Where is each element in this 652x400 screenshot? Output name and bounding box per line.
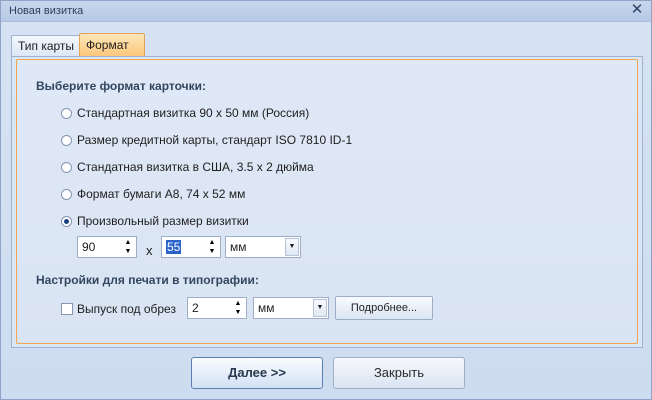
bleed-stepper[interactable]: 2 ▲ ▼ — [187, 297, 247, 319]
spin-up-icon[interactable]: ▲ — [235, 300, 242, 307]
width-stepper[interactable]: 90 ▲ ▼ — [77, 236, 137, 258]
unit-value: мм — [230, 240, 247, 254]
print-heading: Настройки для печати в типографии: — [36, 273, 259, 287]
option-usa[interactable]: Стандатная визитка в США, 3.5 x 2 дюйма — [61, 159, 314, 175]
option-credit-card[interactable]: Размер кредитной карты, стандарт ISO 781… — [61, 132, 352, 148]
radio-button[interactable] — [61, 161, 72, 173]
option-label: Произвольный размер визитки — [77, 214, 249, 228]
close-button[interactable]: Закрыть — [333, 357, 465, 389]
title-bar: Новая визитка ✕ — [1, 1, 651, 22]
chevron-down-icon[interactable]: ▼ — [313, 299, 327, 317]
bleed-unit-value: мм — [258, 301, 275, 315]
dimension-separator: x — [146, 243, 153, 258]
spin-arrows-icon[interactable]: ▲ ▼ — [232, 299, 244, 317]
next-button[interactable]: Далее >> — [191, 357, 323, 389]
radio-button[interactable] — [61, 188, 72, 200]
window-title: Новая визитка — [9, 5, 84, 17]
tab-format[interactable]: Формат — [79, 33, 145, 56]
option-custom[interactable]: Произвольный размер визитки — [61, 213, 249, 229]
unit-select[interactable]: мм ▼ — [225, 236, 301, 258]
option-a8[interactable]: Формат бумаги A8, 74 x 52 мм — [61, 186, 245, 202]
spin-arrows-icon[interactable]: ▲ ▼ — [122, 238, 134, 256]
bleed-label: Выпуск под обрез — [77, 302, 176, 316]
bleed-value: 2 — [192, 301, 199, 315]
option-standard-russia[interactable]: Стандартная визитка 90 x 50 мм (Россия) — [61, 105, 309, 121]
spin-up-icon[interactable]: ▲ — [125, 239, 132, 246]
bleed-unit-select[interactable]: мм ▼ — [253, 297, 329, 319]
radio-button-checked[interactable] — [61, 215, 72, 227]
spin-down-icon[interactable]: ▼ — [209, 248, 216, 255]
option-label: Стандартная визитка 90 x 50 мм (Россия) — [77, 106, 310, 120]
dialog-window: Новая визитка ✕ Тип карты Формат Выберит… — [0, 0, 652, 400]
tab-card-type[interactable]: Тип карты — [11, 35, 89, 56]
option-label: Размер кредитной карты, стандарт ISO 781… — [77, 133, 353, 147]
spin-arrows-icon[interactable]: ▲ ▼ — [206, 238, 218, 256]
close-icon[interactable]: ✕ — [629, 2, 645, 18]
height-value: 55 — [166, 240, 182, 254]
width-value: 90 — [82, 240, 96, 254]
radio-button[interactable] — [61, 134, 72, 146]
bleed-checkbox[interactable] — [61, 303, 73, 315]
option-label: Формат бумаги A8, 74 x 52 мм — [77, 187, 246, 201]
spin-up-icon[interactable]: ▲ — [209, 239, 216, 246]
radio-button[interactable] — [61, 107, 72, 119]
format-heading: Выберите формат карточки: — [36, 79, 206, 93]
height-stepper[interactable]: 55 ▲ ▼ — [161, 236, 221, 258]
spin-down-icon[interactable]: ▼ — [235, 309, 242, 316]
chevron-down-icon[interactable]: ▼ — [285, 238, 299, 256]
spin-down-icon[interactable]: ▼ — [125, 248, 132, 255]
more-details-button[interactable]: Подробнее... — [335, 296, 433, 320]
option-label: Стандатная визитка в США, 3.5 x 2 дюйма — [77, 160, 314, 174]
